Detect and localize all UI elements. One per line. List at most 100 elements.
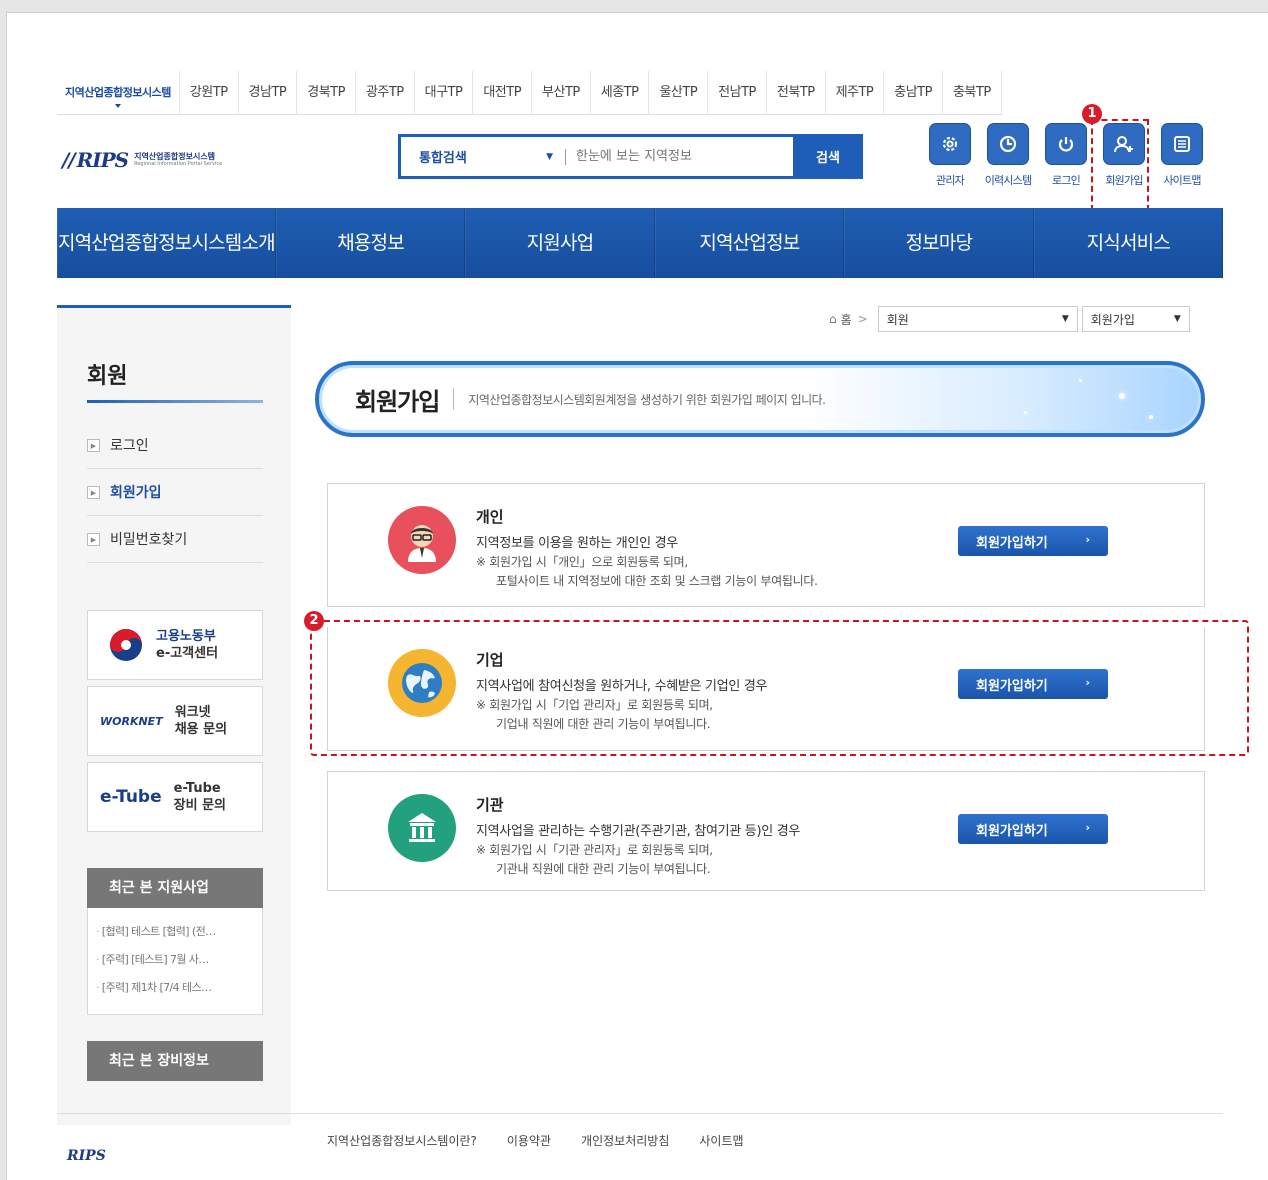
- page-title: 회원가입: [355, 387, 440, 416]
- sparkle-decoration: [1079, 379, 1082, 382]
- nav-system-intro[interactable]: 지역산업종합정보시스템소개: [57, 208, 276, 278]
- highlight-box-company: [310, 620, 1249, 756]
- tp-tab-jeonbuk[interactable]: 전북TP: [767, 71, 826, 115]
- footer-link-sitemap[interactable]: 사이트맵: [699, 1132, 743, 1149]
- tp-tab-busan[interactable]: 부산TP: [532, 71, 591, 115]
- tp-tab-gyeongnam[interactable]: 경남TP: [239, 71, 298, 115]
- bullet-icon: ▶: [87, 532, 100, 546]
- footer-link-privacy[interactable]: 개인정보처리방침: [581, 1132, 669, 1149]
- tp-tab-gyeongbuk[interactable]: 경북TP: [297, 71, 356, 115]
- search-button[interactable]: 검색: [793, 134, 863, 179]
- tp-tab-daegu[interactable]: 대구TP: [415, 71, 474, 115]
- sidebar-title: 회원: [87, 364, 128, 389]
- home-icon: ⌂: [829, 312, 837, 326]
- join-description: 지역사업을 관리하는 수행기관(주관기관, 참여기관 등)인 경우: [476, 824, 801, 839]
- chevron-down-icon: ▼: [1173, 314, 1181, 324]
- tp-tab-gwangju[interactable]: 광주TP: [356, 71, 415, 115]
- quick-menu: 관리자 이력시스템 로그인 회원가입 사이트맵: [925, 123, 1207, 188]
- site-logo[interactable]: //RIPS 지역산업종합정보시스템 Regional Information …: [62, 148, 222, 172]
- tp-tab-jeonnam[interactable]: 전남TP: [708, 71, 767, 115]
- tp-tab-jeju[interactable]: 제주TP: [826, 71, 885, 115]
- logo-english-name: Regional Information Portal Service: [134, 161, 223, 167]
- join-note: ※ 회원가입 시「기관 관리자」로 회원등록 되며,: [476, 843, 713, 857]
- rips-logo-mark: //RIPS: [62, 148, 129, 172]
- logo-korean-name: 지역산업종합정보시스템: [134, 152, 216, 161]
- title-divider: [453, 388, 455, 410]
- nav-info-plaza[interactable]: 정보마당: [844, 208, 1034, 278]
- join-note: 기관내 직원에 대한 관리 기능이 부여됩니다.: [496, 862, 711, 876]
- sidebar-divider: [87, 400, 263, 403]
- highlight-box-join: [1091, 119, 1149, 211]
- institution-icon: [388, 794, 456, 862]
- bullet-icon: ▶: [87, 438, 100, 452]
- sitemap-icon: [1161, 123, 1203, 165]
- recent-support-item[interactable]: [주력] 제1차 [7/4 테스…: [96, 974, 254, 1002]
- nav-support-projects[interactable]: 지원사업: [465, 208, 655, 278]
- nav-regional-industry[interactable]: 지역산업정보: [654, 208, 845, 278]
- tp-tab-bar: 지역산업종합정보시스템 강원TP 경남TP 경북TP 광주TP 대구TP 대전T…: [57, 71, 1002, 115]
- recent-support-item[interactable]: [주력] [테스트] 7월 사…: [96, 946, 254, 974]
- etube-logo: e-Tube: [100, 787, 162, 807]
- person-icon: [388, 506, 456, 574]
- bullet-icon: ▶: [87, 485, 100, 499]
- join-institution-button[interactable]: 회원가입하기 ›: [958, 814, 1108, 844]
- footer-link-about[interactable]: 지역산업종합정보시스템이란?: [327, 1132, 477, 1149]
- recent-support-title: 최근 본 지원사업: [87, 868, 263, 908]
- search-input[interactable]: [566, 141, 793, 172]
- join-individual-button[interactable]: 회원가입하기 ›: [958, 526, 1108, 556]
- recent-support-item[interactable]: [협력] 테스트 [협력] (전…: [96, 918, 254, 946]
- join-note: ※ 회원가입 시「개인」으로 회원등록 되며,: [476, 555, 688, 569]
- quick-sitemap[interactable]: 사이트맵: [1157, 123, 1207, 188]
- footer-link-terms[interactable]: 이용약관: [507, 1132, 551, 1149]
- tp-tab-chungbuk[interactable]: 충북TP: [943, 71, 1002, 115]
- join-title: 개인: [476, 508, 504, 526]
- recent-equipment-title: 최근 본 장비정보: [87, 1041, 263, 1081]
- sparkle-decoration: [1024, 411, 1027, 414]
- chevron-down-icon: ▼: [546, 151, 553, 162]
- sparkle-decoration: [1149, 415, 1153, 419]
- tp-tab-daejeon[interactable]: 대전TP: [473, 71, 533, 115]
- breadcrumb: ⌂ 홈 > 회원 ▼ 회원가입 ▼: [829, 306, 1190, 332]
- tp-tab-chungnam[interactable]: 충남TP: [884, 71, 943, 115]
- breadcrumb-select-level2[interactable]: 회원가입 ▼: [1081, 306, 1190, 332]
- sparkle-decoration: [1119, 393, 1125, 399]
- tp-tab-gangwon[interactable]: 강원TP: [180, 71, 239, 115]
- page-title-banner: 회원가입 지역산업종합정보시스템회원계정을 생성하기 위한 회원가입 페이지 입…: [315, 361, 1205, 437]
- breadcrumb-separator: >: [857, 312, 868, 326]
- breadcrumb-home[interactable]: 홈: [841, 311, 852, 328]
- sidebar-item-join[interactable]: ▶ 회원가입: [87, 469, 263, 516]
- breadcrumb-select-level1[interactable]: 회원 ▼: [877, 306, 1078, 332]
- nav-jobs[interactable]: 채용정보: [275, 208, 466, 278]
- main-navigation: 지역산업종합정보시스템소개 채용정보 지원사업 지역산업정보 정보마당 지식서비…: [57, 208, 1224, 278]
- sidebar-item-login[interactable]: ▶ 로그인: [87, 422, 263, 469]
- quick-history-system[interactable]: 이력시스템: [983, 123, 1033, 188]
- browser-frame: 지역산업종합정보시스템 강원TP 경남TP 경북TP 광주TP 대구TP 대전T…: [6, 12, 1268, 1180]
- clock-icon: [987, 123, 1029, 165]
- join-card-individual: 개인 지역정보를 이용을 원하는 개인인 경우 ※ 회원가입 시「개인」으로 회…: [327, 483, 1205, 607]
- power-icon: [1045, 123, 1087, 165]
- banner-worknet[interactable]: WORKNET 워크넷 채용 문의: [87, 686, 263, 756]
- page-description: 지역산업종합정보시스템회원계정을 생성하기 위한 회원가입 페이지 입니다.: [468, 392, 826, 407]
- sidebar: 회원 ▶ 로그인 ▶ 회원가입 ▶ 비밀번호찾기 고용노동부 e-고객센터 WORKN…: [57, 305, 291, 1125]
- join-note: 포털사이트 내 지역정보에 대한 조회 및 스크랩 기능이 부여됩니다.: [496, 574, 818, 588]
- banner-moel[interactable]: 고용노동부 e-고객센터: [87, 610, 263, 680]
- search-bar: 통합검색▼ 검색: [398, 134, 863, 179]
- quick-admin[interactable]: 관리자: [925, 123, 975, 188]
- sidebar-menu: ▶ 로그인 ▶ 회원가입 ▶ 비밀번호찾기: [87, 422, 263, 563]
- worknet-logo: WORKNET: [100, 714, 163, 728]
- tp-tab-sejong[interactable]: 세종TP: [591, 71, 650, 115]
- step-marker-2: 2: [304, 611, 324, 631]
- search-category-select[interactable]: 통합검색 ▼: [401, 148, 566, 166]
- tp-tab-ulsan[interactable]: 울산TP: [649, 71, 709, 115]
- chevron-right-icon: ›: [1085, 533, 1090, 546]
- step-marker-1: 1: [1082, 104, 1102, 124]
- quick-login[interactable]: 로그인: [1041, 123, 1091, 188]
- banner-etube[interactable]: e-Tube e-Tube 장비 문의: [87, 762, 263, 832]
- join-description: 지역정보를 이용을 원하는 개인인 경우: [476, 536, 678, 551]
- tp-tab-main[interactable]: 지역산업종합정보시스템: [57, 71, 180, 115]
- footer: RIPS 지역산업종합정보시스템이란? 이용약관 개인정보처리방침 사이트맵: [57, 1113, 1223, 1180]
- sidebar-item-find-password[interactable]: ▶ 비밀번호찾기: [87, 516, 263, 563]
- nav-knowledge-service[interactable]: 지식서비스: [1033, 208, 1224, 278]
- chevron-down-icon: ▼: [1061, 314, 1069, 324]
- chevron-right-icon: ›: [1085, 821, 1090, 834]
